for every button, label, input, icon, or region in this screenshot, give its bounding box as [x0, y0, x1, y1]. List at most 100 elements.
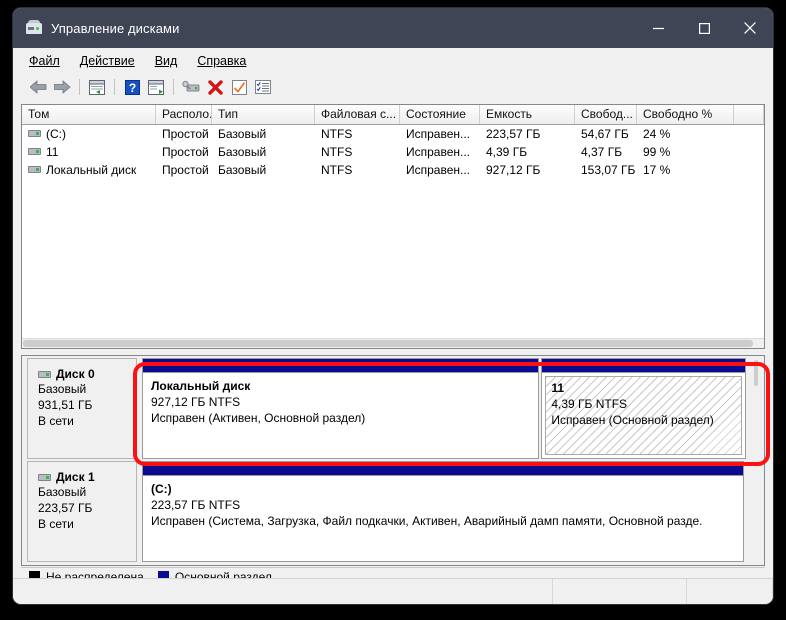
- volume-icon: [28, 166, 41, 173]
- menu-item-file[interactable]: Файл: [29, 54, 60, 68]
- partition-size-fs: 4,39 ГБ NTFS: [551, 397, 628, 411]
- status-segment-2: [553, 579, 687, 604]
- svg-text:?: ?: [128, 81, 135, 95]
- toolbar-separator: [79, 79, 80, 95]
- volume-list-pane[interactable]: ТомРасполо...ТипФайловая с...СостояниеЕм…: [21, 104, 765, 349]
- window-title: Управление дисками: [51, 20, 180, 36]
- menu-item-view[interactable]: Вид: [155, 54, 178, 68]
- partition-status: Исправен (Система, Загрузка, Файл подкач…: [151, 514, 703, 528]
- rescan-list-icon[interactable]: [252, 76, 274, 98]
- toolbar-separator: [173, 79, 174, 95]
- status-segment-1: [13, 579, 553, 604]
- disk-row[interactable]: Диск 0 Базовый 931,51 ГБ В сети Локальны…: [22, 358, 764, 459]
- back-icon[interactable]: [27, 76, 49, 98]
- column-header-2[interactable]: Тип: [212, 105, 315, 124]
- scrollbar-thumb[interactable]: [754, 360, 758, 386]
- disk-partitions-1: (C:) 223,57 ГБ NTFS Исправен (Система, З…: [142, 461, 744, 562]
- partition-label: (C:): [151, 482, 172, 496]
- menu-item-file-label: Файл: [29, 53, 60, 68]
- volume-icon: [28, 130, 41, 137]
- column-header-8[interactable]: [734, 105, 764, 124]
- help-icon[interactable]: ?: [121, 76, 143, 98]
- cell-type: Базовый: [218, 127, 267, 141]
- cell-layout: Простой: [162, 145, 209, 159]
- graphical-view-vertical-scrollbar[interactable]: [748, 356, 764, 565]
- disk-partitions-0: Локальный диск 927,12 ГБ NTFS Исправен (…: [142, 358, 746, 459]
- cell-status: Исправен...: [406, 127, 471, 141]
- minimize-button[interactable]: [635, 8, 681, 48]
- cell-capacity: 4,39 ГБ: [486, 145, 528, 159]
- cell-free_pct: 17 %: [643, 163, 671, 177]
- cell-free: 4,37 ГБ: [581, 145, 623, 159]
- close-button[interactable]: [727, 8, 773, 48]
- column-header-1[interactable]: Располо...: [156, 105, 212, 124]
- cell-status: Исправен...: [406, 145, 471, 159]
- volume-list-body[interactable]: (C:) Простой Базовый NTFS Исправен... 223,57 …: [22, 125, 764, 179]
- cell-layout: Простой: [162, 127, 209, 141]
- disk-icon: [38, 370, 51, 378]
- volume-list-header: ТомРасполо...ТипФайловая с...СостояниеЕм…: [22, 105, 764, 125]
- volume-list-horizontal-scrollbar[interactable]: [22, 338, 764, 348]
- cell-filesystem: NTFS: [321, 145, 353, 159]
- delete-icon[interactable]: [204, 76, 226, 98]
- disk-type-1: Базовый: [38, 485, 87, 499]
- partition-c[interactable]: (C:) 223,57 ГБ NTFS Исправен (Система, З…: [142, 461, 744, 562]
- disk-management-window: Управление дисками Файл Действие Вид Спр…: [13, 8, 773, 604]
- maximize-button[interactable]: [681, 8, 727, 48]
- cell-type: Базовый: [218, 145, 267, 159]
- cell-free: 54,67 ГБ: [581, 127, 629, 141]
- disk-size-1: 223,57 ГБ: [38, 501, 93, 515]
- menu-item-action[interactable]: Действие: [80, 54, 135, 68]
- disk-info-0[interactable]: Диск 0 Базовый 931,51 ГБ В сети: [27, 358, 137, 459]
- volume-icon: [28, 148, 41, 155]
- cell-capacity: 927,12 ГБ: [486, 163, 541, 177]
- column-header-0[interactable]: Том: [22, 105, 156, 124]
- title-bar: Управление дисками: [13, 8, 773, 48]
- table-row[interactable]: (C:) Простой Базовый NTFS Исправен... 223,57 …: [22, 125, 764, 143]
- cell-volume-label: Локальный диск: [46, 163, 137, 177]
- partition-11[interactable]: 11 4,39 ГБ NTFS Исправен (Основной разде…: [541, 358, 746, 459]
- cell-volume: 11: [22, 143, 156, 161]
- table-row[interactable]: 11 Простой Базовый NTFS Исправен... 4,39 ГБ 4,…: [22, 143, 764, 161]
- disk-name-1: Диск 1: [38, 470, 136, 484]
- disk-name-1-label: Диск 1: [56, 470, 95, 484]
- status-bar: [13, 578, 773, 604]
- cell-free_pct: 99 %: [643, 145, 671, 159]
- column-header-5[interactable]: Емкость: [480, 105, 575, 124]
- cell-volume: (C:): [22, 125, 156, 143]
- cell-volume: Локальный диск: [22, 161, 156, 179]
- disk-size-0: 931,51 ГБ: [38, 398, 93, 412]
- disk-info-1[interactable]: Диск 1 Базовый 223,57 ГБ В сети: [27, 461, 137, 562]
- cell-free: 153,07 ГБ: [581, 163, 636, 177]
- menu-item-help-label: Справка: [197, 53, 247, 68]
- partition-size-fs: 927,12 ГБ NTFS: [151, 395, 241, 409]
- disk-drive-icon: [26, 20, 42, 36]
- disk-type-0: Базовый: [38, 382, 87, 396]
- menu-bar: Файл Действие Вид Справка: [13, 48, 773, 74]
- menu-item-help[interactable]: Справка: [197, 54, 246, 68]
- status-segment-3: [687, 579, 773, 604]
- scrollbar-thumb[interactable]: [23, 340, 753, 347]
- disk-state-1: В сети: [38, 517, 74, 531]
- column-header-4[interactable]: Состояние: [400, 105, 480, 124]
- cell-capacity: 223,57 ГБ: [486, 127, 541, 141]
- disk-row[interactable]: Диск 1 Базовый 223,57 ГБ В сети (C:) 223…: [22, 461, 764, 562]
- show-action-pane-icon[interactable]: [145, 76, 167, 98]
- cell-type: Базовый: [218, 163, 267, 177]
- cell-filesystem: NTFS: [321, 163, 353, 177]
- toolbar-separator: [114, 79, 115, 95]
- properties-disk-icon[interactable]: [180, 76, 202, 98]
- column-header-6[interactable]: Свобод...: [575, 105, 637, 124]
- table-row[interactable]: Локальный диск Простой Базовый NTFS Исправен…: [22, 161, 764, 179]
- partition-local-disk[interactable]: Локальный диск 927,12 ГБ NTFS Исправен (…: [142, 358, 540, 459]
- partition-color-bar: [143, 462, 743, 476]
- cell-volume-label: (C:): [46, 127, 66, 141]
- refresh-check-icon[interactable]: [228, 76, 250, 98]
- column-header-3[interactable]: Файловая с...: [315, 105, 400, 124]
- show-tree-pane-icon[interactable]: [86, 76, 108, 98]
- disk-name-0-label: Диск 0: [56, 367, 95, 381]
- forward-icon[interactable]: [51, 76, 73, 98]
- graphical-view-pane[interactable]: Диск 0 Базовый 931,51 ГБ В сети Локальны…: [21, 355, 765, 566]
- column-header-7[interactable]: Свободно %: [637, 105, 734, 124]
- partition-color-bar: [542, 359, 745, 373]
